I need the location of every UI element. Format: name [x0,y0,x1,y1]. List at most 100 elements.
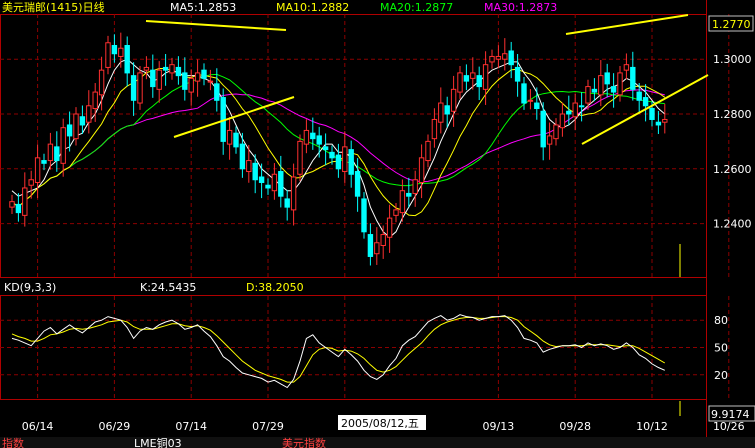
candle-body [143,66,150,71]
candle-body [137,72,143,104]
kd-title: KD(9,3,3) [4,281,56,294]
x-tick-label: 06/29 [99,420,131,433]
candle-body [9,201,15,208]
candle-body [425,140,431,162]
y-tick-label: 1.2400 [713,218,752,231]
candle-body [418,157,425,183]
candle-body [495,55,502,60]
candle-body [572,102,578,118]
candle-body [130,75,137,101]
candle-body [354,171,361,197]
candle-body [297,140,303,175]
candle-body [438,102,444,123]
candle-body [406,192,412,197]
kd-tick-label: 20 [714,369,728,382]
ma5-label: MA5:1.2853 [170,1,236,14]
candle-body [470,72,476,79]
candle-body [66,124,73,137]
bottom-tab-1[interactable]: 指数 [2,436,24,448]
candle-body [636,91,642,101]
candle-body [303,129,310,145]
candle-body [617,72,623,96]
x-tick-label: 10/26 [713,420,745,433]
candle-body [226,129,233,145]
candle-body [521,83,527,104]
candle-body [73,113,79,140]
ma20-label: MA20:1.2877 [380,1,453,14]
candle-body [335,154,342,170]
candle-body [207,80,214,83]
candle-body [630,66,636,90]
kd-d-line [11,316,666,383]
trendline-top-left [145,20,287,31]
cursor-value-label: 9.9174 [711,408,750,421]
candle-body [60,127,66,164]
candle-body [457,72,463,93]
candle-body [15,203,22,214]
candle-body [239,143,246,170]
candle-body [182,72,188,90]
candle-body [28,179,34,186]
candle-body [34,157,41,183]
candle-body [463,75,470,82]
ma20-line [11,73,665,208]
candle-body [290,176,297,211]
candle-body [194,72,201,82]
candle-body [527,99,534,102]
candle-body [79,116,86,126]
ma10-label: MA10:1.2882 [276,1,349,14]
kd-k-value: K:24.5435 [140,281,196,294]
candle-body [175,66,182,77]
candle-body [508,50,514,66]
candle-body [655,121,662,126]
candle-body [233,132,239,148]
kd-tick-label: 80 [714,314,728,327]
x-tick-label: 07/14 [175,420,207,433]
candle-body [380,234,386,246]
candle-body [271,173,278,192]
trendline-top-right [565,14,689,35]
candle-body [553,124,559,140]
candle-body [258,176,265,183]
candle-body [604,72,610,85]
candle-body [623,64,630,71]
y-tick-label: 1.3000 [713,53,752,66]
candles [9,32,668,266]
candle-body [54,146,60,162]
candle-body [598,75,604,96]
candle-body [214,83,220,101]
top-price-label: 1.2770 [712,18,751,31]
candle-body [367,234,374,257]
candle-body [566,110,572,115]
candle-body [502,53,508,60]
candle-body [98,69,105,96]
candle-body [386,217,393,238]
candle-body [374,242,380,255]
candle-body [156,69,162,90]
candle-body [585,86,591,104]
candle-body [476,75,482,88]
candle-body [534,102,540,110]
candle-body [169,64,175,74]
candle-body [150,69,156,88]
candle-body [399,190,406,214]
candle-body [265,184,271,189]
candle-body [47,143,54,162]
price-chart: 1.2400 1.2600 1.2800 1.3000 20 50 80 06/14 06/2… [0,0,755,448]
bottom-tab-3[interactable]: 美元指数 [282,436,326,448]
x-tick-label: 10/12 [636,420,668,433]
candle-body [431,118,438,140]
bottom-tab-2[interactable]: LME铜03 [134,436,182,448]
candle-body [540,110,546,148]
candle-body [559,113,566,129]
candle-body [22,187,28,216]
ma10-line [11,68,666,217]
cursor-date-label: 2005/08/12,五 [341,417,419,430]
bottom-tab-strip [0,437,755,448]
candle-body [252,162,258,181]
candle-body [284,198,290,208]
x-tick-label: 07/29 [252,420,284,433]
candle-body [342,146,348,173]
kd-tick-label: 50 [714,342,728,355]
ma30-label: MA30:1.2873 [484,1,557,14]
